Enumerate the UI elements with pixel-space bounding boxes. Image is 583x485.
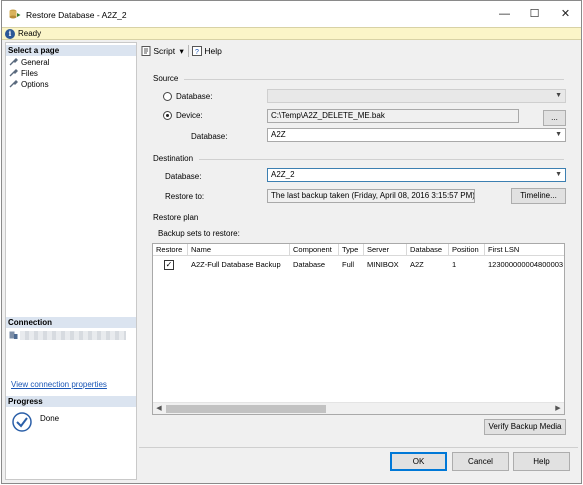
device-source-radio[interactable] (163, 111, 172, 120)
column-header[interactable]: Name (188, 244, 290, 256)
chevron-down-icon: ▼ (555, 131, 562, 138)
select-page-header: Select a page (6, 45, 136, 56)
title-bar[interactable]: Restore Database - A2Z_2 — ☐ ✕ (2, 1, 581, 27)
device-label: Device: (176, 111, 203, 120)
connection-header: Connection (6, 317, 136, 328)
database-source-radio[interactable] (163, 92, 172, 101)
scrollbar-thumb[interactable] (166, 405, 326, 413)
page-item-label: Options (21, 80, 49, 89)
page-item-files[interactable]: Files (9, 68, 38, 79)
script-label: Script (153, 46, 176, 56)
database-restore-icon (9, 9, 21, 19)
server-cell: MINIBOX (367, 260, 399, 269)
horizontal-scrollbar[interactable]: ◀ ▶ (153, 402, 564, 414)
checkmark-circle-icon (12, 412, 32, 432)
column-header[interactable]: Component (290, 244, 339, 256)
chevron-down-icon: ▼ (555, 171, 562, 178)
close-button[interactable]: ✕ (547, 1, 581, 27)
right-pane: Script ▾ ? Help Source Database: ▼ Devic… (139, 42, 578, 442)
help-label: Help (204, 46, 222, 56)
source-db-value: A2Z (271, 130, 286, 139)
destination-database-dropdown[interactable]: A2Z_2 ▼ (267, 168, 566, 182)
column-header[interactable]: First LSN (485, 244, 564, 256)
source-database-label: Database: (176, 92, 213, 101)
scroll-left-icon[interactable]: ◀ (153, 403, 165, 414)
source-database-dropdown[interactable]: ▼ (267, 89, 566, 103)
scroll-right-icon[interactable]: ▶ (552, 403, 564, 414)
view-connection-properties-link[interactable]: View connection properties (11, 380, 107, 389)
page-item-label: General (21, 58, 50, 67)
help-button[interactable]: Help (513, 452, 570, 471)
destination-database-label: Database: (165, 172, 202, 181)
timeline-button[interactable]: Timeline... (511, 188, 566, 204)
script-icon (141, 46, 151, 56)
help-icon: ? (192, 46, 202, 56)
script-button[interactable]: Script ▾ (141, 45, 184, 57)
status-bar: i Ready (2, 27, 581, 40)
progress-status: Done (40, 414, 60, 423)
info-icon: i (5, 29, 15, 39)
backup-sets-label: Backup sets to restore: (158, 229, 240, 238)
first-lsn-cell: 123000000004800003 (488, 260, 564, 269)
chevron-down-icon: ▼ (555, 92, 562, 99)
column-header[interactable]: Restore (153, 244, 188, 256)
help-toolbar-button[interactable]: ? Help (192, 45, 222, 57)
destination-database-value: A2Z_2 (271, 170, 295, 179)
restore-cell: ✓ (153, 257, 188, 272)
status-text: Ready (18, 29, 42, 38)
browse-device-button[interactable]: ... (543, 110, 566, 126)
table-row[interactable]: ✓ A2Z-Full Database Backup Database Full… (153, 257, 564, 272)
column-header[interactable]: Server (364, 244, 407, 256)
svg-text:?: ? (195, 49, 199, 56)
toolbar-separator (188, 45, 189, 57)
column-header[interactable]: Database (407, 244, 449, 256)
bottom-divider (139, 447, 578, 448)
backup-sets-grid[interactable]: Restore Name Component Type Server Datab… (152, 243, 565, 415)
verify-backup-media-button[interactable]: Verify Backup Media (484, 419, 566, 435)
restore-to-field[interactable]: The last backup taken (Friday, April 08,… (267, 189, 475, 203)
connection-info (9, 330, 126, 341)
column-header[interactable]: Type (339, 244, 364, 256)
name-cell: A2Z-Full Database Backup (191, 260, 281, 269)
connection-redacted (20, 331, 126, 340)
left-pane: Select a page General Files Options Conn… (5, 42, 137, 480)
source-db-label: Database: (191, 132, 228, 141)
source-db-dropdown[interactable]: A2Z ▼ (267, 128, 566, 142)
wrench-icon (9, 58, 18, 66)
position-cell: 1 (452, 260, 457, 269)
ok-button[interactable]: OK (390, 452, 447, 471)
restore-plan-section-label: Restore plan (153, 213, 199, 222)
server-connection-icon (9, 331, 18, 339)
source-divider (184, 79, 564, 80)
database-cell: A2Z (410, 260, 424, 269)
cancel-button[interactable]: Cancel (452, 452, 509, 471)
source-section-label: Source (153, 74, 179, 83)
restore-checkbox[interactable]: ✓ (164, 260, 174, 270)
type-cell: Full (342, 260, 355, 269)
column-header[interactable]: Position (449, 244, 485, 256)
device-path-field[interactable]: C:\Temp\A2Z_DELETE_ME.bak (267, 109, 519, 123)
restore-to-label: Restore to: (165, 192, 205, 201)
destination-divider (199, 159, 564, 160)
wrench-icon (9, 69, 18, 77)
chevron-down-icon[interactable]: ▾ (179, 46, 183, 56)
window-title: Restore Database - A2Z_2 (26, 10, 127, 20)
component-cell: Database (293, 260, 326, 269)
page-item-options[interactable]: Options (9, 79, 49, 90)
restore-database-window: Restore Database - A2Z_2 — ☐ ✕ i Ready S… (1, 0, 582, 484)
destination-section-label: Destination (153, 154, 194, 163)
wrench-icon (9, 80, 18, 88)
page-item-label: Files (21, 69, 38, 78)
grid-header: Restore Name Component Type Server Datab… (153, 244, 564, 256)
progress-header: Progress (6, 396, 136, 407)
page-item-general[interactable]: General (9, 57, 49, 68)
